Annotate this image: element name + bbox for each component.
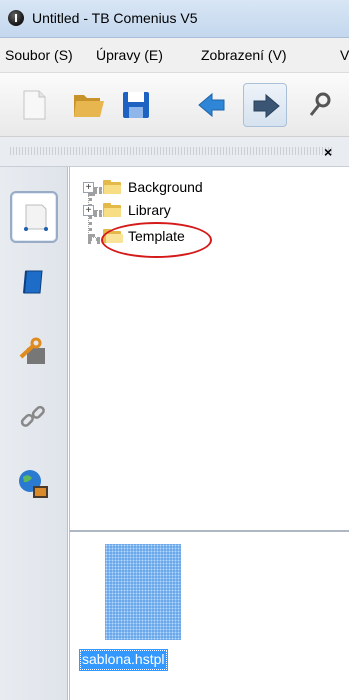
file-list: sablona.hstpl xyxy=(69,532,349,700)
tab-gallery[interactable] xyxy=(10,257,58,309)
folder-icon xyxy=(103,180,121,194)
file-name[interactable]: sablona.hstpl xyxy=(79,649,168,671)
highlight-annotation xyxy=(101,222,212,258)
globe-media-icon xyxy=(19,470,48,498)
tree-node-background[interactable]: + Background xyxy=(83,178,253,198)
forward-button[interactable] xyxy=(243,83,287,127)
window-title: Untitled - TB Comenius V5 xyxy=(32,10,198,26)
panel-close-button[interactable]: × xyxy=(324,144,332,160)
tree-node-label: Background xyxy=(128,179,203,195)
open-folder-icon xyxy=(74,95,104,117)
back-button[interactable] xyxy=(190,83,234,127)
panel-grip[interactable] xyxy=(10,147,332,155)
expand-icon[interactable]: + xyxy=(83,205,94,216)
tools-wrench-icon xyxy=(19,337,45,364)
tree-node-label: Library xyxy=(128,202,171,218)
folder-icon xyxy=(103,203,121,217)
menu-bar: Soubor (S) Úpravy (E) Zobrazení (V) V xyxy=(0,38,349,73)
menu-upravy[interactable]: Úpravy (E) xyxy=(96,47,163,63)
link-chain-icon xyxy=(20,405,45,427)
menu-zobrazeni[interactable]: Zobrazení (V) xyxy=(201,47,287,63)
tab-templates[interactable] xyxy=(10,191,58,243)
app-icon xyxy=(8,10,24,26)
template-pages-icon xyxy=(24,204,48,231)
panel-header: × xyxy=(0,137,349,167)
save-button[interactable] xyxy=(114,83,158,127)
new-document-button[interactable] xyxy=(12,83,56,127)
back-arrow-icon xyxy=(198,92,225,118)
title-bar: Untitled - TB Comenius V5 xyxy=(0,0,349,38)
menu-soubor[interactable]: Soubor (S) xyxy=(5,47,73,63)
toolbar xyxy=(0,73,349,137)
forward-arrow-icon xyxy=(253,93,280,119)
menu-v[interactable]: V xyxy=(340,47,349,63)
tools-button[interactable] xyxy=(300,83,344,127)
tree-node-library[interactable]: + Library xyxy=(83,201,253,221)
expand-icon[interactable]: + xyxy=(83,182,94,193)
file-thumbnail[interactable] xyxy=(105,544,181,640)
tab-links[interactable] xyxy=(10,393,58,445)
tab-tools[interactable] xyxy=(10,327,58,379)
new-document-icon xyxy=(23,90,46,120)
save-icon xyxy=(123,92,149,118)
tab-media[interactable] xyxy=(10,459,58,511)
folder-tree: + Background + Library Template xyxy=(69,167,349,532)
tools-icon xyxy=(309,92,331,116)
vertical-tab-bar xyxy=(0,167,68,700)
open-button[interactable] xyxy=(66,83,110,127)
eraser-book-icon xyxy=(23,270,43,294)
tree-connector xyxy=(94,210,102,214)
tree-connector xyxy=(94,187,102,191)
